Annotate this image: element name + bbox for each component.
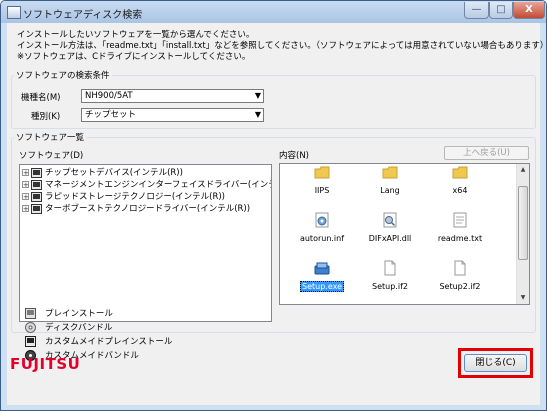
title-bar[interactable]: ソフトウェアディスク検索 — □ X [1,1,546,23]
scroll-up-icon[interactable]: ▲ [518,165,528,175]
vertical-scrollbar[interactable]: ▲ ▼ [516,164,529,304]
custom-preinstall-icon [31,168,42,178]
file-item[interactable]: readme.txt [430,212,490,252]
file-name: readme.txt [437,234,483,243]
file-item[interactable]: Setup.if2 [360,260,420,300]
tree-node-label: マネージメントエンジンインターフェイスドライバー(インテル(R [45,180,272,190]
setup-exe-icon [314,262,330,275]
custom-preinstall-icon [31,204,42,214]
intro-line-3: ※ソフトウェアは、Cドライブにインストールしてください。 [17,52,251,62]
file-name: Lang [380,186,400,195]
maximize-button[interactable]: □ [489,2,513,19]
software-tree[interactable]: + チップセットデバイス(インテル(R)) + マネージメントエンジンインターフ… [19,164,272,322]
fujitsu-logo: FUJITSU [10,355,81,373]
tree-node-label: チップセットデバイス(インテル(R)) [45,168,183,178]
expand-icon[interactable]: + [22,193,29,201]
expand-icon[interactable]: + [22,205,29,213]
folder-icon [382,166,398,179]
file-name: x64 [452,186,468,195]
type-select[interactable]: チップセット ▼ [81,108,264,122]
legend-label: プレインストール [45,309,113,319]
file-item[interactable]: autorun.inf [292,212,352,252]
software-list-legend: ソフトウェア一覧 [16,133,85,143]
model-select[interactable]: NH900/5AT ▼ [81,89,264,103]
close-button[interactable]: 閉じる(C) [464,354,527,372]
file-item[interactable]: x64 [430,164,490,204]
chevron-down-icon: ▼ [254,110,261,119]
search-conditions-legend: ソフトウェアの検索条件 [16,71,110,81]
custom-preinstall-icon [31,180,42,190]
model-value: NH900/5AT [85,91,133,101]
disk-bundle-icon [25,322,36,333]
tree-node-label: ターボブーストテクノロジードライバー(インテル(R)) [45,204,251,214]
folder-icon [452,166,468,179]
legend-label: ディスクバンドル [45,323,113,333]
file-icon [384,260,396,276]
minimize-button[interactable]: — [464,2,489,19]
file-name: DIFxAPI.dll [368,234,412,243]
expand-icon[interactable]: + [22,181,29,189]
file-name: Setup.exe [292,281,352,292]
folder-icon [314,166,330,179]
custom-preinstall-icon [25,336,36,347]
close-window-button[interactable]: X [513,2,545,19]
type-value: チップセット [85,110,137,120]
tree-node-label: ラピッドストレージテクノロジー(インテル(R)) [45,192,225,202]
file-name: autorun.inf [299,234,345,243]
custom-preinstall-icon [31,192,42,202]
contents-label: 内容(N) [279,151,309,161]
scroll-thumb[interactable] [518,186,528,260]
file-name: Setup2.if2 [439,282,481,291]
window-title: ソフトウェアディスク検索 [23,10,143,21]
type-label: 種別(K) [31,112,61,122]
file-item[interactable]: Setup2.if2 [430,260,490,300]
file-item[interactable]: IIPS [292,164,352,204]
chevron-down-icon: ▼ [254,91,261,100]
file-item[interactable]: Lang [360,164,420,204]
expand-icon[interactable]: + [22,169,29,177]
dll-file-icon [383,212,397,228]
text-file-icon [453,212,467,228]
up-button[interactable]: 上へ戻る(U) [444,146,529,160]
file-item-selected[interactable]: Setup.exe [292,260,352,300]
model-label: 機種名(M) [21,93,61,103]
preinstall-icon [25,308,36,319]
file-icon [454,260,466,276]
app-icon [7,6,21,19]
settings-file-icon [315,212,329,228]
file-item[interactable]: DIFxAPI.dll [360,212,420,252]
selected-file-name: Setup.exe [299,281,345,292]
software-label: ソフトウェア(D) [19,151,84,161]
scroll-down-icon[interactable]: ▼ [518,293,528,303]
file-name: IIPS [314,186,330,195]
file-name: Setup.if2 [372,282,408,291]
legend-label: カスタムメイドプレインストール [45,337,173,347]
contents-pane[interactable]: IIPS Lang x64 autorun.inf DIFxAPI.dll re… [279,163,530,305]
